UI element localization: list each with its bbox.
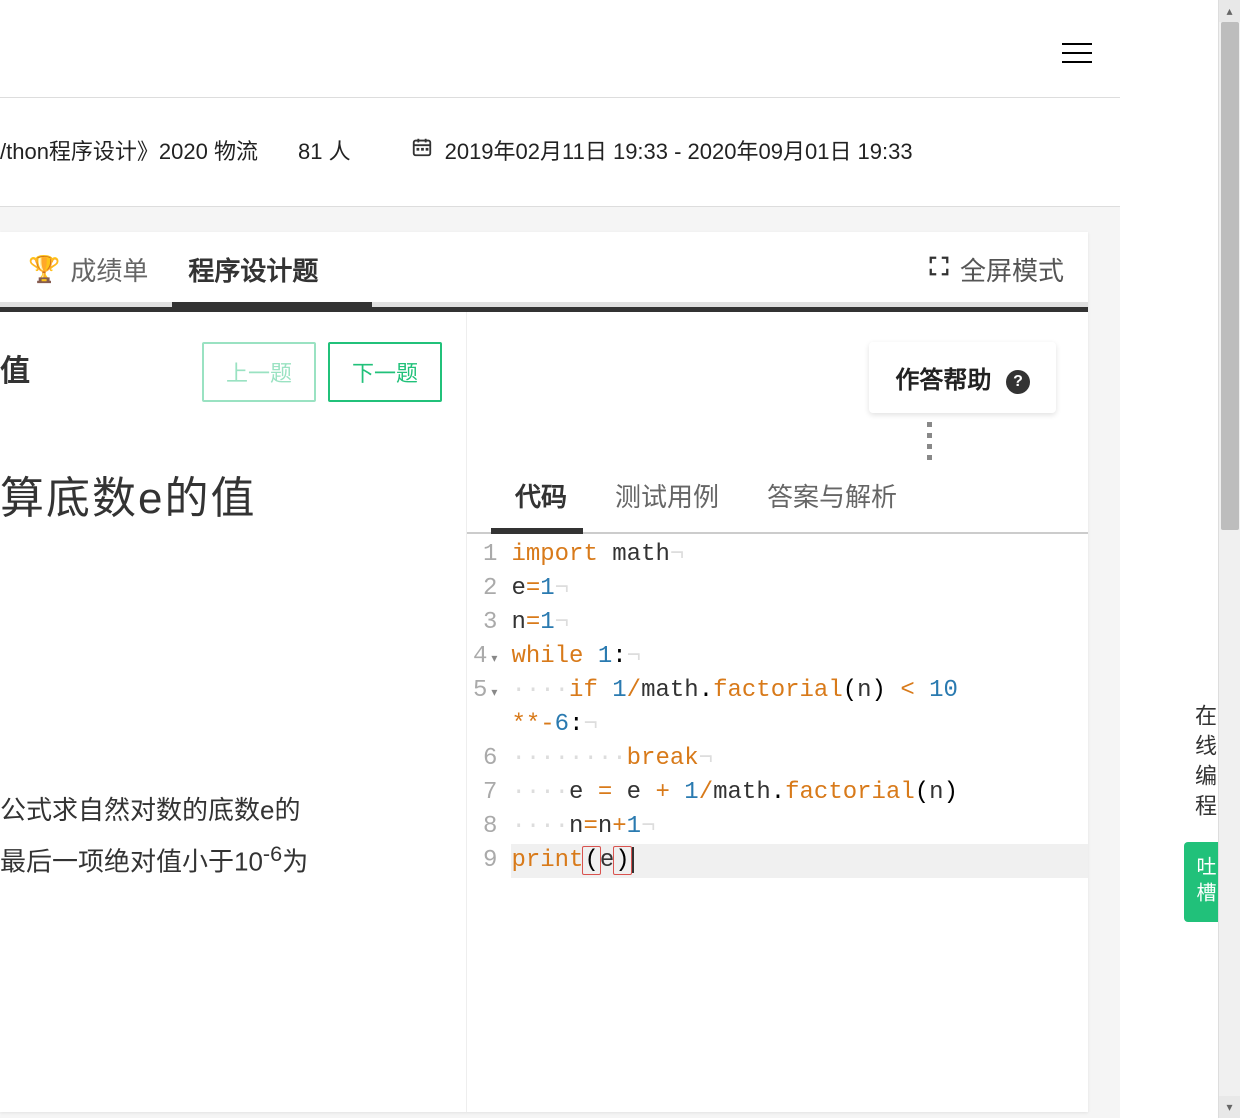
problem-nav: 值 上一题 下一题 [0, 342, 442, 402]
prev-problem-button[interactable]: 上一题 [202, 342, 316, 402]
truncated-header: 值 [0, 342, 30, 390]
page-container: /thon程序设计》2020 物流 81 人 2019年02月11日 19:33… [0, 0, 1120, 1118]
scroll-up-arrow[interactable]: ▴ [1219, 0, 1240, 22]
fullscreen-button[interactable]: 全屏模式 [928, 251, 1064, 288]
side-panel: 在线编程 吐槽 [1184, 696, 1218, 922]
line-gutter: 1 2 3 4 5 6 7 8 9 [467, 534, 511, 882]
help-button[interactable]: 作答帮助 ? [869, 342, 1056, 413]
scroll-thumb[interactable] [1221, 22, 1239, 530]
trophy-icon: 🏆 [28, 254, 60, 285]
tab-scoreboard-label: 成绩单 [70, 251, 148, 288]
code-tabs: 代码 测试用例 答案与解析 [467, 459, 1088, 534]
left-pane: 值 上一题 下一题 算底数e的值 公式求自然对数的底数e的 最后一项绝对值小于1… [0, 312, 466, 1112]
date-range: 2019年02月11日 19:33 - 2020年09月01日 19:33 [445, 134, 913, 166]
code-editor[interactable]: 1 2 3 4 5 6 7 8 9 import math¬ e=1¬ n=1¬… [467, 534, 1088, 882]
people-count: 81 人 [298, 134, 351, 166]
top-tabs: 🏆 成绩单 程序设计题 全屏模式 [0, 232, 1088, 312]
tab-testcase[interactable]: 测试用例 [591, 459, 743, 532]
header-bar: /thon程序设计》2020 物流 81 人 2019年02月11日 19:33… [0, 97, 1120, 202]
fullscreen-icon [928, 255, 950, 284]
tabs-underline [0, 302, 1088, 307]
tab-programming[interactable]: 程序设计题 [168, 232, 338, 307]
right-pane: 作答帮助 ? 代码 测试用例 答案与解析 1 2 [466, 312, 1088, 1112]
tab-scoreboard[interactable]: 🏆 成绩单 [8, 232, 168, 307]
tab-answer[interactable]: 答案与解析 [743, 459, 921, 532]
calendar-icon [411, 136, 433, 164]
help-button-label: 作答帮助 [895, 367, 991, 394]
pane-resize-handle[interactable] [927, 422, 932, 460]
problem-description: 公式求自然对数的底数e的 最后一项绝对值小于10-6为 [0, 786, 442, 886]
scrollbar-vertical[interactable]: ▴ ▾ [1218, 0, 1240, 1118]
scroll-down-arrow[interactable]: ▾ [1219, 1096, 1240, 1118]
header-info: /thon程序设计》2020 物流 81 人 2019年02月11日 19:33… [0, 134, 1120, 166]
desc-line-2: 最后一项绝对值小于10-6为 [0, 834, 442, 886]
content-split: 值 上一题 下一题 算底数e的值 公式求自然对数的底数e的 最后一项绝对值小于1… [0, 312, 1088, 1112]
next-problem-button[interactable]: 下一题 [328, 342, 442, 402]
tabs-underline-active [172, 302, 372, 307]
code-lines[interactable]: import math¬ e=1¬ n=1¬ while 1:¬ ····if … [511, 534, 1088, 882]
tab-programming-label: 程序设计题 [188, 251, 318, 288]
desc-line-1: 公式求自然对数的底数e的 [0, 786, 442, 834]
hamburger-menu-icon[interactable] [1062, 36, 1092, 70]
course-name: /thon程序设计》2020 物流 [0, 134, 258, 166]
fullscreen-label: 全屏模式 [960, 251, 1064, 288]
help-icon: ? [1006, 370, 1030, 394]
tab-code[interactable]: 代码 [491, 459, 591, 532]
problem-title: 算底数e的值 [0, 462, 442, 526]
code-tabs-underline [491, 528, 583, 534]
main-card: 🏆 成绩单 程序设计题 全屏模式 值 上一题 下一题 [0, 232, 1088, 1112]
